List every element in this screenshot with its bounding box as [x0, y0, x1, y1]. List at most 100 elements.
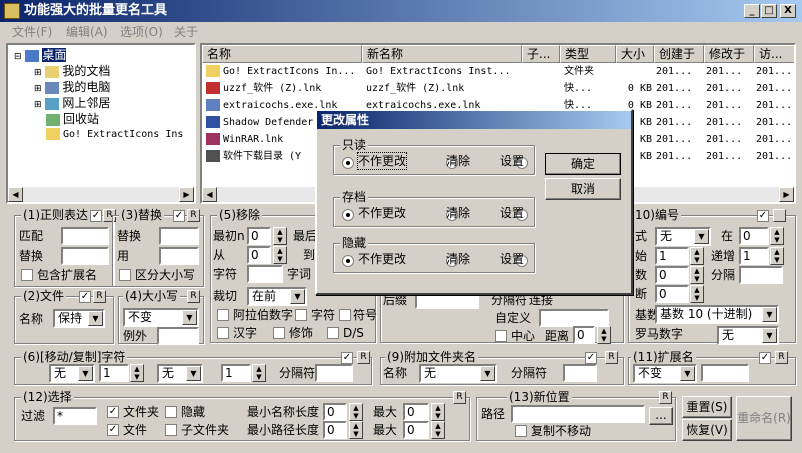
- custom-input[interactable]: [539, 309, 609, 327]
- hidden-checkbox[interactable]: [165, 406, 177, 418]
- han-checkbox[interactable]: [217, 327, 229, 339]
- break-input[interactable]: 0: [655, 285, 689, 303]
- extension-reset-button[interactable]: R: [775, 351, 788, 364]
- chars-input[interactable]: [247, 265, 283, 283]
- chevron-down-icon[interactable]: ▼: [290, 289, 305, 304]
- number-enable-checkbox[interactable]: ✓: [757, 210, 769, 222]
- chevron-down-icon[interactable]: ▼: [680, 366, 695, 381]
- case-sensitive-checkbox[interactable]: [119, 269, 131, 281]
- case-reset-button[interactable]: R: [187, 290, 200, 303]
- location-reset-button[interactable]: R: [659, 391, 672, 404]
- include-ext-checkbox[interactable]: [21, 269, 33, 281]
- folder-name-enable-checkbox[interactable]: ✓: [585, 352, 597, 364]
- files-checkbox[interactable]: ✓: [107, 424, 119, 436]
- menu-options[interactable]: 选项(O): [120, 22, 163, 42]
- max-name-spinner[interactable]: ▲ ▼: [431, 403, 445, 421]
- maximize-button[interactable]: □: [761, 4, 777, 18]
- case-select[interactable]: 不变 ▼: [123, 308, 199, 327]
- move-sep-input[interactable]: [315, 364, 353, 382]
- hidden-nochange-radio[interactable]: [342, 254, 354, 267]
- min-path-spinner[interactable]: ▲ ▼: [349, 421, 363, 439]
- move-pos-spinner[interactable]: ▲ ▼: [252, 364, 266, 382]
- tree-hscrollbar[interactable]: ◀ ▶: [8, 187, 194, 202]
- distance-spinner[interactable]: ▲ ▼: [597, 326, 611, 344]
- archive-nochange-radio[interactable]: [342, 208, 354, 221]
- select-reset-button[interactable]: R: [453, 391, 466, 404]
- move-count-input[interactable]: 1: [99, 364, 129, 382]
- first-n-spinner[interactable]: ▲ ▼: [273, 227, 287, 245]
- menu-edit[interactable]: 编辑(A): [66, 22, 108, 42]
- symbol-checkbox[interactable]: [339, 309, 351, 321]
- regex-replace-input[interactable]: [61, 247, 109, 265]
- min-name-spinner[interactable]: ▲ ▼: [349, 403, 363, 421]
- max-path-input[interactable]: 0: [403, 421, 429, 439]
- number-reset-button[interactable]: [773, 209, 786, 222]
- menu-about[interactable]: 关于: [174, 22, 198, 42]
- from-spinner[interactable]: ▲ ▼: [273, 246, 287, 264]
- step-input[interactable]: 1: [739, 247, 769, 265]
- chevron-down-icon[interactable]: ▼: [88, 311, 103, 326]
- max-name-input[interactable]: 0: [403, 403, 429, 421]
- col-name[interactable]: 名称: [202, 45, 362, 63]
- cancel-button[interactable]: 取消: [545, 178, 621, 200]
- char-checkbox[interactable]: [295, 309, 307, 321]
- break-spinner[interactable]: ▲ ▼: [690, 285, 704, 303]
- replace-reset-button[interactable]: R: [187, 209, 200, 222]
- chevron-down-icon[interactable]: ▼: [182, 310, 197, 325]
- chevron-down-icon[interactable]: ▼: [762, 307, 777, 322]
- with-input[interactable]: [159, 247, 199, 265]
- tree-item-folder[interactable]: Go! ExtractIcons Ins: [46, 127, 183, 143]
- minimize-button[interactable]: _: [744, 4, 760, 18]
- reset-button[interactable]: 重置(S): [682, 396, 732, 418]
- chevron-down-icon[interactable]: ▼: [480, 366, 495, 381]
- scroll-left-icon[interactable]: ◀: [8, 187, 23, 202]
- extension-enable-checkbox[interactable]: ✓: [759, 352, 771, 364]
- center-checkbox[interactable]: [495, 330, 507, 342]
- replace-input[interactable]: [159, 227, 199, 245]
- min-name-input[interactable]: 0: [323, 403, 347, 421]
- move-reset-button[interactable]: R: [357, 351, 370, 364]
- start-spinner[interactable]: ▲ ▼: [690, 247, 704, 265]
- menu-file[interactable]: 文件(F): [12, 22, 52, 42]
- except-input[interactable]: [157, 327, 199, 345]
- pad-input[interactable]: 0: [655, 266, 689, 284]
- file-reset-button[interactable]: R: [93, 290, 106, 303]
- col-size[interactable]: 大小: [616, 45, 654, 63]
- ds-checkbox[interactable]: [327, 327, 339, 339]
- folder-name-reset-button[interactable]: R: [605, 351, 618, 364]
- roman-select[interactable]: 无 ▼: [717, 326, 779, 345]
- move-count-spinner[interactable]: ▲ ▼: [130, 364, 144, 382]
- chevron-down-icon[interactable]: ▼: [694, 229, 709, 244]
- at-input[interactable]: 0: [739, 227, 769, 245]
- rename-button[interactable]: 重命名(R): [736, 396, 792, 441]
- subfolders-checkbox[interactable]: [165, 424, 177, 436]
- col-type[interactable]: 类型: [560, 45, 616, 63]
- move-target-select[interactable]: 无 ▼: [157, 364, 203, 383]
- browse-button[interactable]: ...: [649, 407, 673, 425]
- file-enable-checkbox[interactable]: ✓: [79, 291, 91, 303]
- folder-sep-input[interactable]: [563, 364, 597, 382]
- extension-input[interactable]: [701, 364, 749, 382]
- filter-input[interactable]: *: [53, 407, 97, 425]
- folder-tree[interactable]: ⊟ 桌面 ⊞ 我的文档 ⊞ 我的电脑 ⊞ 网上邻居 回收站 Go! Extrac…: [6, 43, 196, 204]
- path-input[interactable]: [511, 405, 645, 423]
- start-input[interactable]: 1: [655, 247, 689, 265]
- match-input[interactable]: [61, 227, 109, 245]
- extension-select[interactable]: 不变 ▼: [633, 364, 697, 383]
- crop-select[interactable]: 在前 ▼: [247, 287, 307, 306]
- sep-input[interactable]: [739, 266, 783, 284]
- name-select[interactable]: 保持 ▼: [53, 309, 105, 328]
- col-modified[interactable]: 修改于: [704, 45, 754, 63]
- folders-checkbox[interactable]: ✓: [107, 406, 119, 418]
- step-spinner[interactable]: ▲ ▼: [770, 247, 784, 265]
- chevron-down-icon[interactable]: ▼: [762, 328, 777, 343]
- scroll-left-icon[interactable]: ◀: [202, 187, 217, 202]
- pad-spinner[interactable]: ▲ ▼: [690, 266, 704, 284]
- trim-checkbox[interactable]: [273, 327, 285, 339]
- table-row[interactable]: Go! ExtractIcons In... Go! ExtractIcons I…: [202, 64, 794, 80]
- move-enable-checkbox[interactable]: ✓: [341, 352, 353, 364]
- folder-name-select[interactable]: 无 ▼: [419, 364, 497, 383]
- col-created[interactable]: 创建于: [654, 45, 704, 63]
- close-button[interactable]: X: [780, 4, 796, 18]
- chevron-down-icon[interactable]: ▼: [186, 366, 201, 381]
